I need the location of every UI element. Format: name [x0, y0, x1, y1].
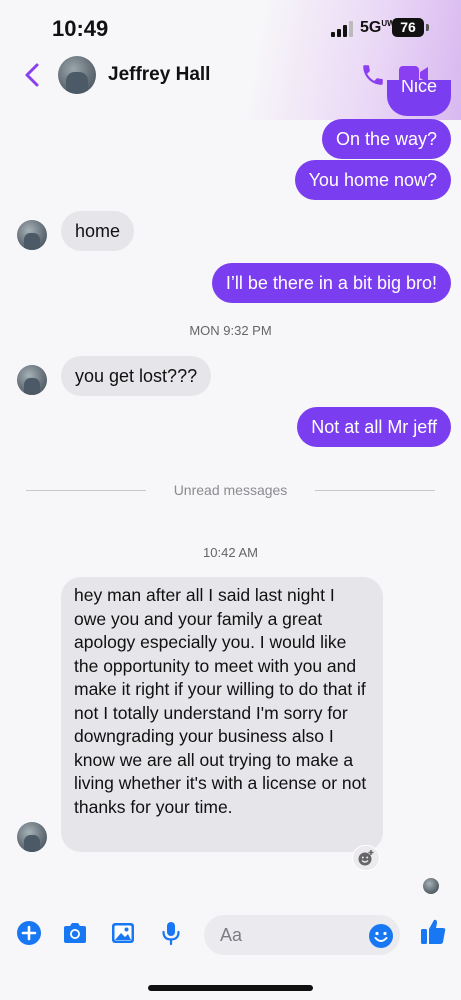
add-reaction-icon[interactable]: [352, 845, 380, 871]
emoji-icon[interactable]: [368, 923, 394, 949]
image-icon[interactable]: [109, 919, 137, 947]
status-time: 10:49: [52, 16, 109, 41]
phone-icon[interactable]: [360, 62, 386, 88]
message-text: Nice: [400, 80, 437, 96]
timestamp: 10:42 AM: [203, 545, 258, 560]
message-outgoing[interactable]: On the way?: [321, 119, 451, 159]
plus-circle-icon[interactable]: [15, 919, 43, 947]
message-input[interactable]: [220, 915, 360, 955]
message-outgoing[interactable]: I’ll be there in a bit big bro!: [211, 263, 451, 303]
network-type: 5G: [360, 19, 382, 36]
message-text: You home now?: [308, 170, 437, 190]
contact-name[interactable]: Jeffrey Hall: [108, 64, 210, 86]
timestamp: MON 9:32 PM: [189, 323, 272, 338]
message-outgoing[interactable]: Not at all Mr jeff: [297, 407, 451, 447]
message-incoming[interactable]: home: [61, 211, 135, 251]
message-outgoing[interactable]: You home now?: [294, 160, 451, 200]
message-text: you get lost???: [75, 366, 198, 386]
home-indicator: [148, 985, 313, 991]
status-bar: 10:49 5GUW 76: [0, 0, 461, 54]
microphone-icon[interactable]: [157, 919, 185, 947]
message-text: Not at all Mr jeff: [311, 417, 437, 437]
thumbs-up-icon[interactable]: [419, 917, 447, 947]
message-incoming-long[interactable]: hey man after all I said last night I ow…: [61, 577, 383, 852]
network-indicator: 5GUW: [360, 19, 395, 37]
message-incoming[interactable]: you get lost???: [61, 356, 212, 396]
battery-icon: [426, 24, 429, 31]
message-composer: [0, 905, 461, 965]
contact-avatar-small[interactable]: [17, 220, 47, 250]
message-input-field[interactable]: [204, 915, 400, 955]
message-outgoing-partial[interactable]: Nice: [386, 80, 451, 116]
message-text: On the way?: [335, 129, 437, 149]
camera-icon[interactable]: [61, 919, 89, 947]
chevron-left-icon[interactable]: [20, 60, 44, 90]
contact-avatar-small[interactable]: [17, 365, 47, 395]
message-text: hey man after all I said last night I ow…: [74, 585, 367, 817]
contact-avatar[interactable]: [58, 56, 96, 94]
seen-indicator-avatar: [423, 878, 439, 894]
contact-avatar-small[interactable]: [17, 822, 47, 852]
message-text: I’ll be there in a bit big bro!: [225, 273, 437, 293]
message-text: home: [75, 221, 121, 241]
divider-right: [315, 490, 435, 491]
battery-level: 76: [392, 18, 424, 37]
signal-icon: [331, 21, 355, 37]
